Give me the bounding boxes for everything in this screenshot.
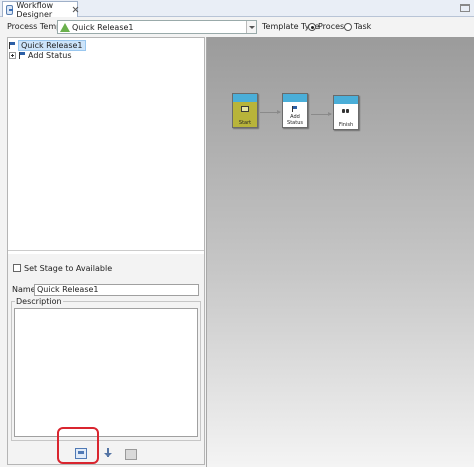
workflow-tree[interactable]: Quick Release1 Add Status (8, 38, 204, 251)
set-stage-available-checkbox[interactable] (13, 264, 21, 272)
name-field[interactable]: Quick Release1 (34, 284, 199, 296)
node-start[interactable]: Start (232, 93, 258, 128)
description-label: Description (15, 297, 63, 306)
connector (311, 112, 332, 116)
import-icon[interactable] (102, 448, 114, 459)
tree-item-root-label: Quick Release1 (18, 39, 86, 51)
connector (260, 110, 281, 114)
workflow-designer-icon (6, 4, 14, 15)
tree-item-add-status-label: Add Status (28, 50, 72, 60)
start-icon (241, 106, 249, 112)
description-group: Description (11, 297, 201, 441)
node-start-label: Start (238, 120, 252, 126)
node-finish[interactable]: Finish (333, 95, 359, 130)
node-header (283, 94, 307, 102)
node-add-status-label: Add Status (287, 114, 303, 126)
chevron-down-icon[interactable] (246, 21, 256, 33)
highlight-box (57, 427, 99, 464)
editor-tab-bar: Workflow Designer (0, 0, 474, 19)
node-finish-label: Finish (338, 122, 354, 128)
properties-panel: Set Stage to Available Name: Quick Relea… (8, 254, 204, 464)
tab-title: Workflow Designer (16, 0, 54, 19)
tab-workflow-designer[interactable]: Workflow Designer (2, 0, 78, 19)
tree-item-root[interactable]: Quick Release1 (8, 39, 86, 51)
radio-task-label: Task (354, 22, 372, 31)
node-header (334, 96, 358, 104)
tree-item-add-status[interactable]: Add Status (9, 50, 72, 60)
set-stage-available-label: Set Stage to Available (24, 264, 113, 273)
document-icon[interactable] (125, 449, 137, 460)
node-add-status[interactable]: Add Status (282, 93, 308, 128)
expand-icon[interactable] (9, 51, 16, 59)
description-textarea[interactable] (14, 308, 198, 437)
finish-icon (342, 108, 350, 114)
maximize-icon[interactable] (460, 4, 470, 12)
left-panel: Quick Release1 Add Status Set Stage to A… (7, 37, 205, 465)
process-template-value: Quick Release1 (72, 22, 134, 32)
template-warning-icon (60, 22, 70, 32)
close-icon[interactable] (72, 6, 77, 13)
template-toolbar: Process Template Quick Release1 Template… (0, 19, 474, 35)
workflow-canvas[interactable]: Start Add Status Finish (206, 37, 474, 467)
radio-task[interactable] (344, 23, 352, 31)
properties-button-bar (8, 446, 204, 462)
status-flag-icon (8, 41, 16, 49)
node-header (233, 94, 257, 102)
radio-process[interactable] (308, 23, 316, 31)
process-template-combo[interactable]: Quick Release1 (57, 20, 257, 34)
status-flag-icon (291, 106, 299, 112)
status-flag-icon (18, 51, 26, 59)
